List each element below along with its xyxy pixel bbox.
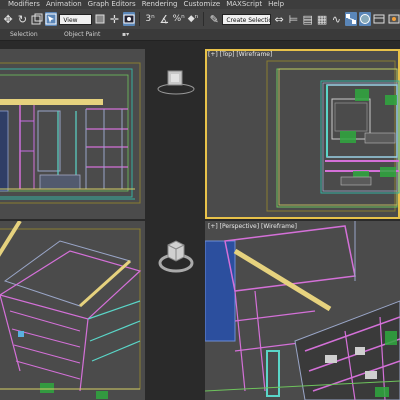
viewcube-perspective[interactable] [152,233,202,277]
left-wireframe-drawing [0,221,142,399]
ribbon-panel: Selection Object Paint ▪▾ [0,29,400,41]
top-viewport[interactable]: [+] [Top] [Wireframe] [205,49,400,219]
menu-item-customize[interactable]: Customize [180,0,223,9]
edit-named-selection-icon[interactable]: ✎ [208,12,220,26]
toolbar-separator [203,12,205,26]
menu-item-help[interactable]: Help [265,0,287,9]
ribbon-options-icon[interactable]: ▪▾ [122,29,129,40]
menu-item-maxscript[interactable]: MAXScript [223,0,265,9]
selection-tab[interactable]: Selection [10,29,38,40]
object-paint-tab[interactable]: Object Paint [64,29,100,40]
toolbar-separator [138,12,140,26]
mirror-icon[interactable]: ⇔ [273,12,285,26]
front-wireframe-drawing [0,62,141,204]
material-editor-icon[interactable] [358,12,372,26]
select-move-icon[interactable]: ✛ [108,12,120,26]
selection-set-dropdown[interactable]: Create Selection Set [222,13,271,25]
pivot-icon[interactable] [94,12,106,26]
curve-editor-icon[interactable]: ∿ [330,12,342,26]
percent-snap-icon[interactable]: %ⁿ [173,12,185,26]
keyboard-shortcut-icon[interactable] [122,12,135,26]
spinner-snap-icon[interactable]: ◆ⁿ [187,12,199,26]
scale-icon[interactable] [31,12,43,26]
align-icon[interactable]: ⊨ [287,12,299,26]
select-object-icon[interactable] [44,12,58,26]
move-icon[interactable]: ✥ [2,12,14,26]
reference-coordinate-dropdown[interactable]: View [59,13,92,25]
angle-snap-icon[interactable]: ∡ [158,12,170,26]
top-wireframe-drawing [266,60,400,212]
viewport-area: [+] [Top] [Wireframe] [+] [Perspective] … [0,41,400,400]
perspective-wireframe-drawing [205,221,400,400]
snap-icon[interactable]: 3ⁿ [144,12,156,26]
render-setup-icon[interactable] [373,12,385,26]
render-icon[interactable] [388,12,400,26]
menu-item-animation[interactable]: Animation [43,0,85,9]
menu-bar: Modifiers Animation Graph Editors Render… [0,0,400,9]
graphite-icon[interactable]: ▦ [316,12,328,26]
schematic-view-icon[interactable] [344,12,357,26]
main-toolbar: ✥ ↻ View ✛ 3ⁿ ∡ %ⁿ ◆ⁿ ✎ Create Selection… [0,9,400,29]
left-viewport[interactable] [0,221,145,400]
menu-item-rendering[interactable]: Rendering [139,0,181,9]
perspective-viewport[interactable]: [+] [Perspective] [Wireframe] [205,221,400,400]
menu-item-graph-editors[interactable]: Graph Editors [85,0,139,9]
layer-icon[interactable]: ▤ [302,12,314,26]
front-viewport[interactable] [0,49,145,219]
rotate-icon[interactable]: ↻ [16,12,28,26]
menu-item-modifiers[interactable]: Modifiers [0,0,43,9]
viewcube-top[interactable] [152,61,202,101]
